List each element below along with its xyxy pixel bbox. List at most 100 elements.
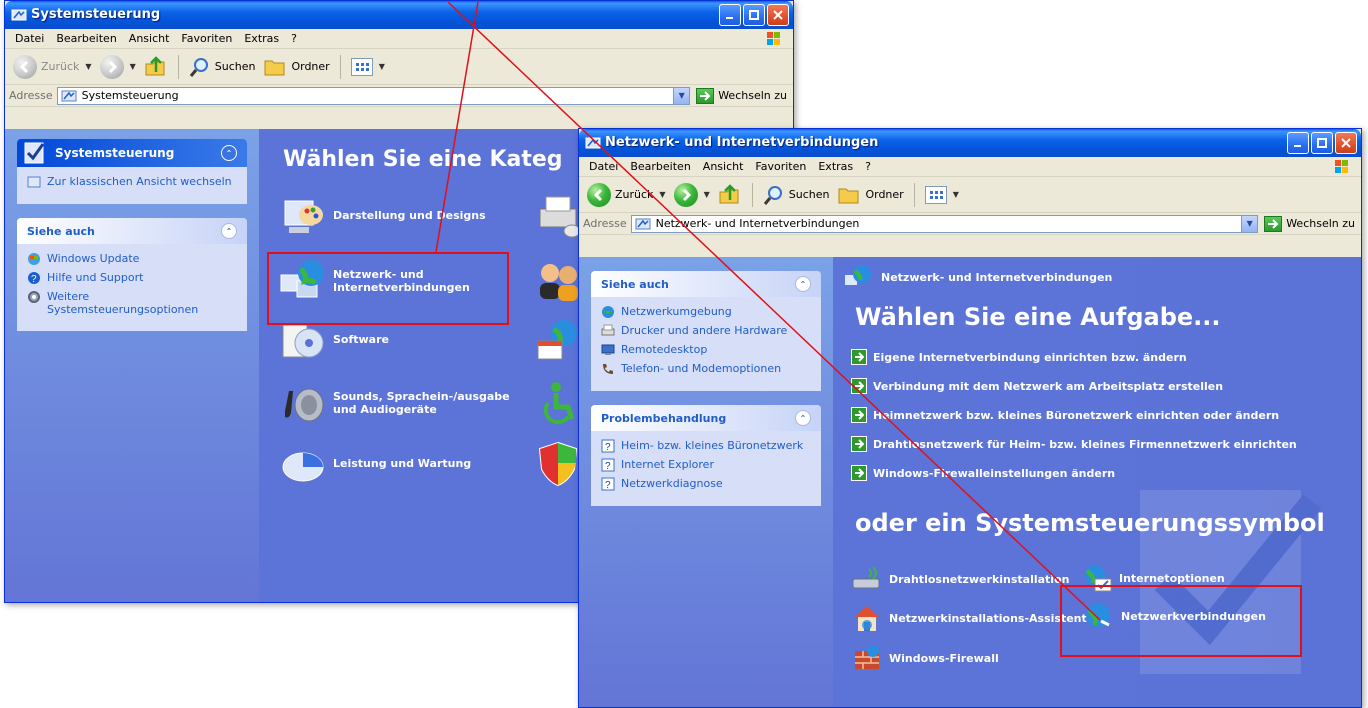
- collapse-icon[interactable]: ⌃: [795, 410, 811, 426]
- phone-modem-link[interactable]: Telefon- und Modemoptionen: [601, 362, 811, 376]
- help-topic-icon: ?: [601, 439, 615, 453]
- icon-subheading: oder ein Systemsteuerungssymbol: [855, 509, 1325, 537]
- network-places-icon: [601, 305, 615, 319]
- task-wireless-network[interactable]: Drahtlosnetzwerk für Heim- bzw. kleines …: [851, 436, 1297, 452]
- forward-dropdown-icon[interactable]: ▼: [130, 62, 136, 71]
- switch-classic-view-link[interactable]: Zur klassischen Ansicht wechseln: [27, 175, 237, 189]
- close-icon: [773, 10, 783, 20]
- task-workplace-connection[interactable]: Verbindung mit dem Netzwerk am Arbeitspl…: [851, 378, 1223, 394]
- network-places-link[interactable]: Netzwerkumgebung: [601, 305, 811, 319]
- house-icon: [855, 606, 879, 631]
- back-button[interactable]: Zurück ▼: [9, 51, 96, 83]
- forward-button[interactable]: ▼: [670, 179, 714, 211]
- menu-extras[interactable]: Extras: [238, 32, 285, 45]
- folders-button[interactable]: Ordner: [259, 51, 333, 83]
- maximize-button[interactable]: [1311, 132, 1333, 154]
- task-home-network[interactable]: Heimnetzwerk bzw. kleines Büronetzwerk e…: [851, 407, 1279, 423]
- category-performance[interactable]: Leistung und Wartung: [279, 439, 471, 487]
- menu-bearbeiten[interactable]: Bearbeiten: [50, 32, 122, 45]
- collapse-icon[interactable]: ⌃: [221, 223, 237, 239]
- address-field[interactable]: Systemsteuerung ▼: [56, 86, 691, 105]
- up-button[interactable]: [140, 51, 172, 83]
- section-header[interactable]: Systemsteuerung ⌃: [17, 139, 247, 167]
- back-dropdown-icon[interactable]: ▼: [85, 62, 91, 71]
- search-label: Suchen: [788, 188, 830, 201]
- close-button[interactable]: [1335, 132, 1357, 154]
- views-dropdown-icon[interactable]: ▼: [379, 62, 385, 71]
- minimize-button[interactable]: [719, 4, 741, 26]
- network-connections-icon-item[interactable]: Netzwerkverbindungen: [1083, 601, 1266, 631]
- forward-button[interactable]: ▼: [96, 51, 140, 83]
- go-arrow-icon: [1268, 218, 1279, 229]
- windows-firewall-icon-item[interactable]: Windows-Firewall: [851, 643, 999, 673]
- help-topic-icon: ?: [601, 477, 615, 491]
- menu-datei[interactable]: Datei: [583, 160, 624, 173]
- wireless-setup-icon-item[interactable]: Drahtlosnetzwerkinstallation: [851, 565, 1069, 593]
- close-button[interactable]: [767, 4, 789, 26]
- address-dropdown-icon[interactable]: ▼: [673, 87, 690, 104]
- menu-help[interactable]: ?: [859, 160, 877, 173]
- views-dropdown-icon[interactable]: ▼: [953, 190, 959, 199]
- remote-desktop-link[interactable]: Remotedesktop: [601, 343, 811, 357]
- windows-update-link[interactable]: Windows Update: [27, 252, 237, 266]
- collapse-icon[interactable]: ⌃: [221, 145, 237, 161]
- see-also-header[interactable]: Siehe auch ⌃: [591, 271, 821, 297]
- breadcrumb-title: Netzwerk- und Internetverbindungen: [881, 270, 1113, 284]
- views-button[interactable]: ▼: [921, 179, 963, 211]
- category-software[interactable]: Software: [279, 315, 389, 363]
- go-button[interactable]: Wechseln zu: [690, 87, 793, 104]
- printers-hardware-link[interactable]: Drucker und andere Hardware: [601, 324, 811, 338]
- address-dropdown-icon[interactable]: ▼: [1241, 215, 1258, 232]
- menu-favoriten[interactable]: Favoriten: [749, 160, 812, 173]
- search-button[interactable]: Suchen: [759, 179, 834, 211]
- printer-icon: [539, 196, 581, 238]
- home-network-troubleshoot-link[interactable]: ? Heim- bzw. kleines Büronetzwerk: [601, 439, 811, 453]
- maximize-icon: [749, 10, 759, 20]
- menu-ansicht[interactable]: Ansicht: [697, 160, 750, 173]
- minimize-button[interactable]: [1287, 132, 1309, 154]
- remote-desktop-icon: [601, 343, 615, 357]
- back-arrow-icon: [19, 60, 29, 73]
- menu-extras[interactable]: Extras: [812, 160, 859, 173]
- more-options-link[interactable]: Weitere Systemsteuerungsoptionen: [27, 290, 237, 316]
- category-network[interactable]: Netzwerk- und Internetverbindungen: [279, 257, 483, 305]
- internet-explorer-troubleshoot-link[interactable]: ? Internet Explorer: [601, 458, 811, 472]
- network-setup-wizard-icon-item[interactable]: Netzwerkinstallations-Assistent: [851, 603, 1087, 633]
- help-support-link[interactable]: ? Hilfe und Support: [27, 271, 237, 285]
- task-pane: Systemsteuerung ⌃ Zur klassischen Ansich…: [5, 129, 259, 602]
- network-diagnostics-link[interactable]: ? Netzwerkdiagnose: [601, 477, 811, 491]
- see-also-header[interactable]: Siehe auch ⌃: [17, 218, 247, 244]
- folders-label: Ordner: [865, 188, 904, 201]
- internet-options-icon-item[interactable]: Internetoptionen: [1081, 563, 1225, 593]
- forward-arrow-icon: [108, 60, 117, 73]
- title-bar[interactable]: Systemsteuerung: [5, 1, 793, 29]
- go-button[interactable]: Wechseln zu: [1258, 215, 1361, 232]
- maximize-button[interactable]: [743, 4, 765, 26]
- title-bar[interactable]: Netzwerk- und Internetverbindungen: [579, 129, 1361, 157]
- task-firewall-settings[interactable]: Windows-Firewalleinstellungen ändern: [851, 465, 1115, 481]
- search-button[interactable]: Suchen: [185, 51, 260, 83]
- address-field[interactable]: Netzwerk- und Internetverbindungen ▼: [630, 214, 1259, 233]
- up-button[interactable]: [714, 179, 746, 211]
- category-sounds[interactable]: Sounds, Sprachein-/ausgabe und Audiogerä…: [279, 379, 533, 427]
- menu-favoriten[interactable]: Favoriten: [175, 32, 238, 45]
- troubleshooting-header[interactable]: Problembehandlung ⌃: [591, 405, 821, 431]
- folder-up-icon: [719, 183, 739, 203]
- back-dropdown-icon[interactable]: ▼: [659, 190, 665, 199]
- menu-bearbeiten[interactable]: Bearbeiten: [624, 160, 696, 173]
- menu-ansicht[interactable]: Ansicht: [123, 32, 176, 45]
- menu-help[interactable]: ?: [285, 32, 303, 45]
- forward-dropdown-icon[interactable]: ▼: [704, 190, 710, 199]
- folders-button[interactable]: Ordner: [833, 179, 907, 211]
- task-heading: Wählen Sie eine Aufgabe...: [855, 303, 1221, 331]
- task-internet-connection[interactable]: Eigene Internetverbindung einrichten bzw…: [851, 349, 1187, 365]
- category-appearance[interactable]: Darstellung und Designs: [279, 191, 486, 239]
- back-label: Zurück: [615, 188, 654, 201]
- collapse-icon[interactable]: ⌃: [795, 276, 811, 292]
- menu-datei[interactable]: Datei: [9, 32, 50, 45]
- svg-text:?: ?: [605, 461, 611, 472]
- control-panel-icon: [585, 137, 601, 149]
- back-button[interactable]: Zurück ▼: [583, 179, 670, 211]
- views-button[interactable]: ▼: [347, 51, 389, 83]
- green-arrow-icon: [855, 352, 864, 362]
